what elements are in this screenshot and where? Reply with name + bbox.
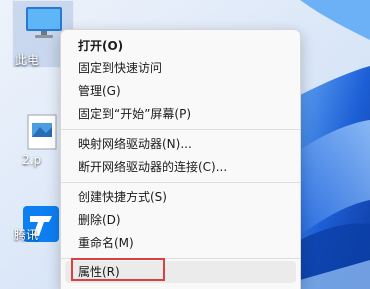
- desktop-icon-label: 腾讯: [14, 228, 39, 242]
- menu-item-disconnect-network-drive[interactable]: 断开网络驱动器的连接(C)...: [65, 156, 296, 178]
- menu-item-rename[interactable]: 重命名(M): [65, 232, 296, 254]
- menu-separator: [61, 258, 300, 259]
- menu-item-delete[interactable]: 删除(D): [65, 209, 296, 231]
- desktop-icon-label: 2.p: [22, 153, 42, 167]
- context-menu: 打开(O) 固定到快速访问 管理(G) 固定到“开始”屏幕(P) 映射网络驱动器…: [60, 29, 301, 289]
- desktop-icon-label: 此电: [15, 53, 40, 67]
- menu-item-pin-quick-access[interactable]: 固定到快速访问: [65, 57, 296, 79]
- menu-item-open[interactable]: 打开(O): [65, 35, 296, 57]
- menu-item-pin-start[interactable]: 固定到“开始”屏幕(P): [65, 103, 296, 125]
- menu-item-map-network-drive[interactable]: 映射网络驱动器(N)...: [65, 133, 296, 155]
- menu-separator: [61, 129, 300, 130]
- menu-item-properties[interactable]: 属性(R): [65, 261, 296, 283]
- this-pc-icon: [26, 7, 62, 38]
- document-icon: [27, 114, 57, 150]
- desktop: 此电 2.p 腾讯 打开(O) 固定到快速访问 管理(G) 固定到“开始”屏幕(…: [0, 0, 370, 289]
- menu-item-manage[interactable]: 管理(G): [65, 80, 296, 102]
- menu-item-create-shortcut[interactable]: 创建快捷方式(S): [65, 186, 296, 208]
- menu-separator: [61, 182, 300, 183]
